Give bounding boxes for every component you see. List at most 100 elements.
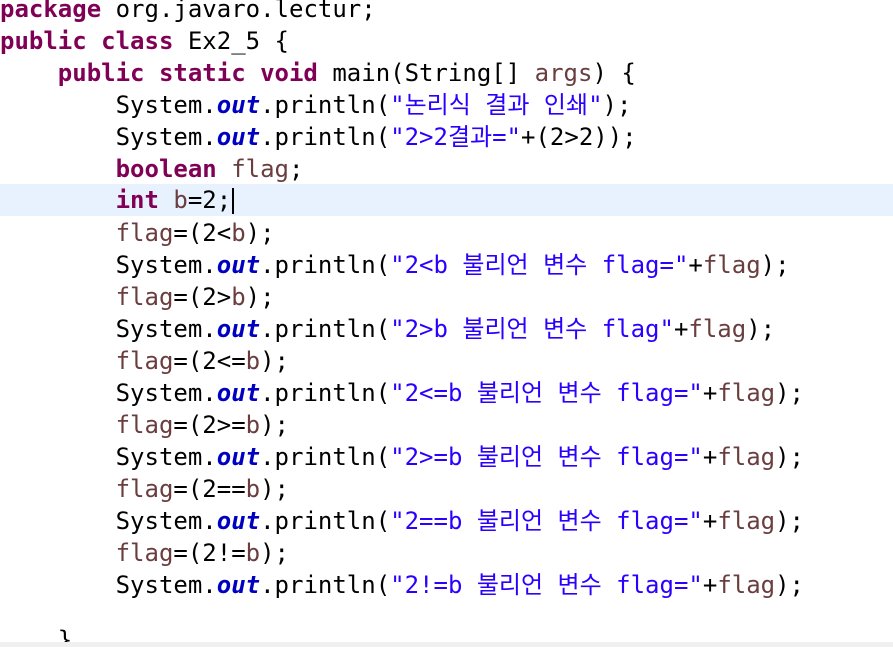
code-line-println: System.out.println("2!=b 불리언 변수 flag="+f… (0, 569, 893, 601)
code-text: .println( (260, 443, 391, 471)
string-literal: "2!=b 불리언 변수 flag=" (390, 571, 703, 599)
code-line-assign: flag=(2==b); (0, 473, 893, 505)
code-text: =(2== (173, 475, 246, 503)
string-literal: "2>=b 불리언 변수 flag=" (390, 443, 703, 471)
code-line-main: public static void main(String[] args) { (0, 57, 893, 89)
local-variable: b (231, 283, 246, 311)
code-text: .println( (260, 571, 391, 599)
code-text: =(2> (173, 283, 232, 311)
code-text: + (702, 507, 718, 535)
static-field: out (216, 507, 261, 535)
static-field: out (216, 443, 261, 471)
code-text: ); (260, 475, 289, 503)
string-literal: "2==b 불리언 변수 flag=" (390, 507, 703, 535)
code-text: main(String[] (317, 59, 535, 87)
code-text: ); (260, 539, 289, 567)
static-field: out (216, 123, 261, 151)
code-text: ); (746, 315, 776, 343)
code-text: ); (260, 347, 289, 375)
string-literal: "2<=b 불리언 변수 flag=" (390, 379, 703, 407)
local-variable: b (245, 347, 261, 375)
static-field: out (216, 315, 261, 343)
code-line-package: package org.javaro.lectur; (0, 0, 893, 25)
code-text: System. (115, 91, 217, 119)
code-editor[interactable]: package org.javaro.lectur; public class … (0, 0, 893, 647)
local-variable: flag (717, 571, 776, 599)
local-variable: b (245, 539, 261, 567)
local-variable: flag (216, 155, 289, 183)
code-text: =(2< (173, 219, 232, 247)
code-text: System. (115, 379, 217, 407)
local-variable: flag (115, 475, 174, 503)
local-variable: flag (115, 219, 174, 247)
code-line-assign: flag=(2!=b); (0, 537, 893, 569)
code-text: +(2>2)); (521, 123, 637, 151)
code-text: =2; (187, 186, 232, 214)
code-line-assign: flag=(2>=b); (0, 409, 893, 441)
code-line-println: System.out.println("논리식 결과 인쇄"); (0, 89, 893, 121)
code-text: ); (775, 571, 805, 599)
local-variable: flag (115, 539, 174, 567)
static-field: out (216, 379, 261, 407)
code-text: ); (775, 507, 805, 535)
static-field: out (216, 251, 261, 279)
code-text: ; (289, 155, 304, 183)
static-field: out (216, 571, 261, 599)
string-literal: "2>2결과=" (390, 123, 522, 151)
code-text: .println( (260, 123, 391, 151)
code-text: .println( (260, 379, 391, 407)
keyword: public class (0, 27, 174, 55)
code-line-println: System.out.println("2>=b 불리언 변수 flag="+f… (0, 441, 893, 473)
local-variable: b (231, 219, 246, 247)
text-caret (232, 188, 235, 214)
local-variable: flag (115, 347, 174, 375)
horizontal-scrollbar[interactable] (0, 642, 893, 647)
string-literal: "논리식 결과 인쇄" (390, 91, 603, 119)
code-text: + (673, 315, 689, 343)
code-line-assign: flag=(2>b); (0, 281, 893, 313)
code-line-assign: flag=(2<=b); (0, 345, 893, 377)
keyword: package (0, 0, 102, 23)
string-literal: "2<b 불리언 변수 flag=" (390, 251, 689, 279)
code-text: .println( (260, 507, 391, 535)
code-text: Ex2_5 { (173, 27, 289, 55)
static-field: out (216, 91, 261, 119)
local-variable: b (245, 475, 261, 503)
code-line-current[interactable]: int b=2; (0, 184, 893, 216)
code-text: ) { (592, 59, 636, 87)
code-text: ); (602, 91, 632, 119)
code-text: .println( (260, 315, 391, 343)
code-line-println: System.out.println("2<=b 불리언 변수 flag="+f… (0, 377, 893, 409)
code-text: =(2!= (173, 539, 246, 567)
local-variable: flag (115, 283, 174, 311)
code-line-println: System.out.println("2<b 불리언 변수 flag="+fl… (0, 249, 893, 281)
code-line-println: System.out.println("2==b 불리언 변수 flag="+f… (0, 505, 893, 537)
code-text: System. (115, 123, 217, 151)
code-text: System. (115, 251, 217, 279)
code-text: + (702, 443, 718, 471)
local-variable: flag (702, 251, 761, 279)
local-variable: flag (717, 507, 776, 535)
code-text: .println( (260, 251, 391, 279)
local-variable: flag (688, 315, 747, 343)
code-text: .println( (260, 91, 391, 119)
code-text: System. (115, 443, 217, 471)
local-variable: flag (115, 411, 174, 439)
code-text: + (688, 251, 703, 279)
code-line-assign: flag=(2<b); (0, 217, 893, 249)
keyword: int (115, 186, 159, 214)
code-text: System. (115, 315, 217, 343)
code-text: ); (245, 219, 275, 247)
string-literal: "2>b 불리언 변수 flag" (390, 315, 674, 343)
code-text: ); (245, 283, 275, 311)
code-line-println: System.out.println("2>b 불리언 변수 flag"+fla… (0, 313, 893, 345)
code-text: =(2>= (173, 411, 246, 439)
keyword: boolean (115, 155, 217, 183)
code-text: ); (775, 443, 805, 471)
code-text: ); (775, 379, 805, 407)
code-text: + (702, 379, 718, 407)
code-line-boolean-decl: boolean flag; (0, 153, 893, 185)
local-variable: flag (717, 379, 776, 407)
code-text: org.javaro.lectur; (101, 0, 376, 23)
code-text: + (702, 571, 718, 599)
